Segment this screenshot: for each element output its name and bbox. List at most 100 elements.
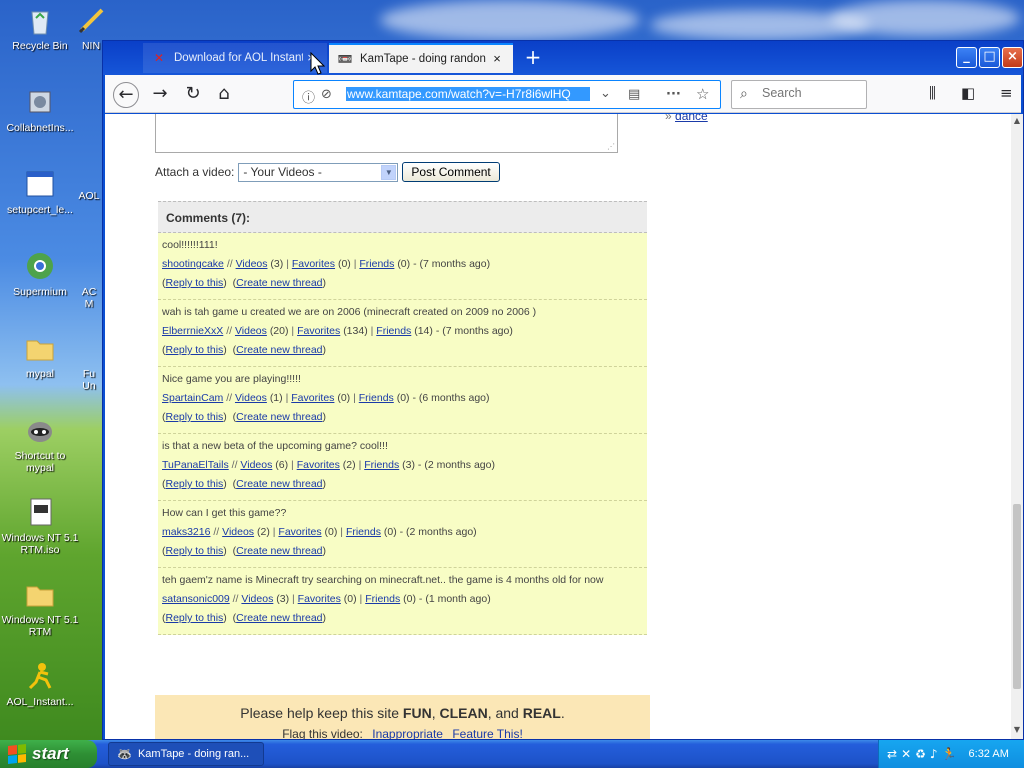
create-thread-link[interactable]: Create new thread (236, 277, 322, 289)
favorites-link[interactable]: Favorites (291, 392, 334, 404)
url-bar[interactable]: ⓘ ⊘ www.kamtape.com/watch?v=-H7r8i6wlHQ … (293, 80, 721, 109)
desktop-icon-fu[interactable]: Fu Un (76, 368, 102, 392)
videos-count: (20) (269, 325, 289, 337)
reply-link[interactable]: Reply to this (166, 411, 224, 423)
pen-icon (76, 4, 106, 36)
videos-link[interactable]: Videos (240, 459, 272, 471)
url-text[interactable]: www.kamtape.com/watch?v=-H7r8i6wlHQ (346, 87, 590, 101)
friends-link[interactable]: Friends (376, 325, 411, 337)
library-icon[interactable]: ⫼ (929, 84, 936, 102)
favorites-link[interactable]: Favorites (297, 325, 340, 337)
friends-link[interactable]: Friends (365, 593, 400, 605)
search-input[interactable] (762, 86, 862, 100)
chevron-down-icon[interactable]: ▼ (381, 164, 397, 180)
desktop-icon-mypal-folder[interactable]: mypal (0, 332, 80, 380)
create-thread-link[interactable]: Create new thread (236, 344, 322, 356)
comment-text: cool!!!!!!111! (162, 239, 218, 251)
volume-icon[interactable]: ♪ (930, 747, 938, 761)
comment-user-link[interactable]: satansonic009 (162, 593, 230, 605)
desktop-icon-collabnet[interactable]: CollabnetIns... (0, 86, 80, 134)
notice-and: , and (487, 705, 519, 721)
videos-link[interactable]: Videos (222, 526, 254, 538)
desktop-icon-windows-nt-folder[interactable]: Windows NT 5.1 RTM (0, 578, 80, 638)
comment-user-link[interactable]: ElberrnieXxX (162, 325, 223, 337)
comment-user-link[interactable]: SpartainCam (162, 392, 223, 404)
friends-count: (0) (383, 526, 397, 538)
favorites-link[interactable]: Favorites (297, 459, 340, 471)
videos-link[interactable]: Videos (235, 325, 267, 337)
favorites-link[interactable]: Favorites (278, 526, 321, 538)
taskbar-item-firefox[interactable]: 🦝 KamTape - doing ran... (108, 742, 264, 766)
desktop-icon-aol-instant[interactable]: AOL_Instant... (0, 660, 80, 708)
recycle-icon[interactable]: ♻ (915, 747, 926, 761)
info-icon[interactable]: ⓘ (302, 87, 315, 106)
page-scrollbar[interactable]: ▲ ▼ (1011, 114, 1023, 739)
separator: // (213, 526, 223, 538)
bookmark-star-icon[interactable]: ☆ (696, 85, 709, 103)
hamburger-menu-icon[interactable]: ≡ (1000, 84, 1013, 102)
reply-link[interactable]: Reply to this (166, 612, 224, 624)
create-thread-link[interactable]: Create new thread (236, 478, 322, 490)
videos-link[interactable]: Videos (235, 392, 267, 404)
back-arrow-icon[interactable]: ← (113, 82, 139, 108)
sidebar-icon[interactable]: ◧ (961, 84, 975, 102)
comment-user-link[interactable]: maks3216 (162, 526, 210, 538)
create-thread-link[interactable]: Create new thread (236, 411, 322, 423)
feature-this-link[interactable]: Feature This! (452, 727, 522, 739)
videos-link[interactable]: Videos (236, 258, 268, 270)
create-thread-link[interactable]: Create new thread (236, 545, 322, 557)
videos-link[interactable]: Videos (241, 593, 273, 605)
desktop-icon-recycle-bin[interactable]: Recycle Bin (0, 4, 80, 52)
attach-video-select[interactable]: - Your Videos - ▼ (238, 162, 399, 182)
chevron-down-icon[interactable]: ⌄ (600, 86, 611, 101)
comment-user-link[interactable]: TuPanaElTails (162, 459, 229, 471)
desktop-icon-windows-nt-iso[interactable]: Windows NT 5.1 RTM.iso (0, 496, 80, 556)
reply-link[interactable]: Reply to this (166, 344, 224, 356)
flag-row: Flag this video: Inappropriate Feature T… (155, 727, 650, 739)
reply-link[interactable]: Reply to this (166, 478, 224, 490)
favorites-link[interactable]: Favorites (292, 258, 335, 270)
more-actions-icon[interactable]: ··· (666, 87, 681, 102)
desktop-icon-supermium[interactable]: Supermium (0, 250, 80, 298)
maximize-button[interactable]: □ (979, 47, 1000, 68)
scroll-up-icon[interactable]: ▲ (1012, 116, 1022, 128)
desktop-icon-ac[interactable]: AC M (76, 286, 102, 310)
forward-arrow-icon[interactable]: → (147, 82, 173, 108)
friends-link[interactable]: Friends (346, 526, 381, 538)
friends-link[interactable]: Friends (364, 459, 399, 471)
aim-icon[interactable]: 🏃 (942, 747, 957, 761)
scrollbar-thumb[interactable] (1013, 504, 1021, 689)
reader-view-icon[interactable]: ▤ (628, 87, 640, 102)
close-window-button[interactable]: × (1002, 47, 1023, 68)
new-tab-button[interactable]: + (521, 46, 545, 70)
flag-inappropriate-link[interactable]: Inappropriate (372, 727, 443, 739)
create-thread-link[interactable]: Create new thread (236, 612, 322, 624)
resize-grip-icon[interactable]: ⋰ (607, 142, 615, 151)
friends-link[interactable]: Friends (359, 258, 394, 270)
reply-link[interactable]: Reply to this (166, 277, 224, 289)
tab-close-icon[interactable]: × (489, 51, 505, 67)
comment-user-link[interactable]: shootingcake (162, 258, 224, 270)
safely-remove-icon[interactable]: ✕ (901, 747, 911, 761)
start-button[interactable]: start (0, 740, 97, 768)
search-box[interactable]: ⌕ (731, 80, 867, 109)
minimize-button[interactable]: _ (956, 47, 977, 68)
reload-icon[interactable]: ↻ (180, 82, 206, 108)
favorites-link[interactable]: Favorites (298, 593, 341, 605)
clock[interactable]: 6:32 AM (969, 748, 1009, 760)
comment-textarea[interactable]: ⋰ (155, 114, 618, 153)
post-comment-button[interactable]: Post Comment (402, 162, 500, 182)
tab-kamtape[interactable]: 📼 KamTape - doing randon o × (329, 43, 513, 73)
network-icon[interactable]: ⇄ (887, 747, 897, 761)
friends-count: (3) (402, 459, 415, 471)
tag-link-dance[interactable]: dance (675, 114, 708, 123)
desktop-icon-aol[interactable]: AOL (76, 190, 102, 202)
tracking-protection-icon[interactable]: ⊘ (321, 87, 332, 102)
reply-link[interactable]: Reply to this (166, 545, 224, 557)
desktop-icon-setupcert[interactable]: setupcert_le... (0, 168, 80, 216)
home-icon[interactable]: ⌂ (211, 82, 237, 108)
friends-link[interactable]: Friends (359, 392, 394, 404)
desktop-icon-shortcut-mypal[interactable]: Shortcut to mypal (0, 414, 80, 474)
tab-aol-download[interactable]: ✕ Download for AOL Instant × (143, 43, 327, 73)
scroll-down-icon[interactable]: ▼ (1012, 725, 1022, 737)
